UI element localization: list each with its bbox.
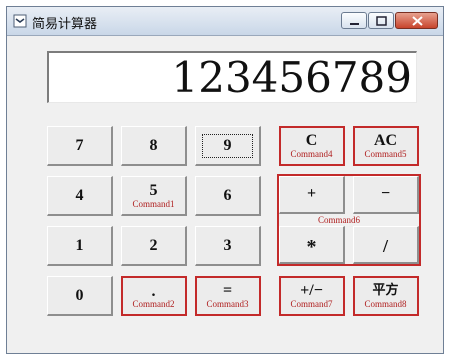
key-4[interactable]: 4	[47, 176, 113, 216]
title-bar[interactable]: 简易计算器	[7, 7, 443, 36]
equals-button[interactable]: = Command3	[195, 276, 261, 316]
divide-button[interactable]: /	[353, 226, 419, 264]
multiply-button[interactable]: *	[279, 226, 345, 264]
all-clear-button[interactable]: AC Command5	[353, 126, 419, 166]
command1-label: Command1	[132, 199, 175, 209]
key-7[interactable]: 7	[47, 126, 113, 166]
command3-label: Command3	[206, 299, 249, 309]
decimal-point-button[interactable]: . Command2	[121, 276, 187, 316]
command7-label: Command7	[290, 299, 333, 309]
minus-button[interactable]: −	[353, 176, 419, 214]
command2-label: Command2	[132, 299, 175, 309]
maximize-icon	[376, 16, 387, 26]
key-9[interactable]: 9	[195, 126, 261, 166]
close-icon	[412, 16, 423, 26]
key-6[interactable]: 6	[195, 176, 261, 216]
command5-label: Command5	[364, 149, 407, 159]
app-icon	[13, 14, 27, 28]
result-display: 123456789	[47, 51, 417, 103]
clear-button[interactable]: C Command4	[279, 126, 345, 166]
key-0[interactable]: 0	[47, 276, 113, 316]
minimize-button[interactable]	[341, 12, 367, 29]
window-title: 简易计算器	[32, 17, 98, 32]
key-5[interactable]: 5 Command1	[121, 176, 187, 216]
minimize-icon	[350, 23, 359, 25]
key-2[interactable]: 2	[121, 226, 187, 266]
sign-toggle-button[interactable]: +/− Command7	[279, 276, 345, 316]
key-1[interactable]: 1	[47, 226, 113, 266]
plus-button[interactable]: +	[279, 176, 345, 214]
key-3[interactable]: 3	[195, 226, 261, 266]
command6-label: Command6	[318, 215, 360, 225]
square-button[interactable]: 平方 Command8	[353, 276, 419, 316]
command4-label: Command4	[290, 149, 333, 159]
maximize-button[interactable]	[368, 12, 394, 29]
command8-label: Command8	[364, 299, 407, 309]
key-8[interactable]: 8	[121, 126, 187, 166]
close-button[interactable]	[395, 12, 438, 29]
calculator-window: 简易计算器 123456789 7 8 9 C Command4 AC Comm…	[6, 6, 444, 354]
